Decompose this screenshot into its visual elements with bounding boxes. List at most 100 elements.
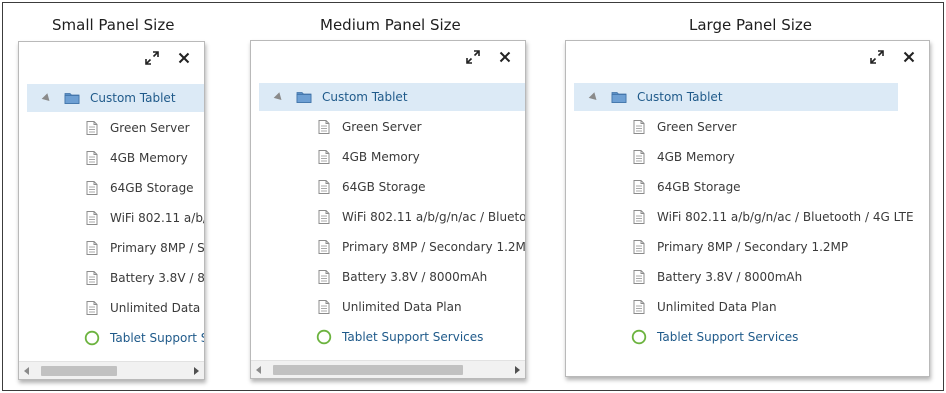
expand-arrows-icon xyxy=(465,49,481,70)
tree-node-item[interactable]: Green Server xyxy=(630,113,737,141)
close-icon xyxy=(901,49,917,70)
tree-node-item[interactable]: Green Server xyxy=(83,114,190,142)
tree-node-item[interactable]: 4GB Memory xyxy=(315,143,420,171)
tree-node-custom-tablet[interactable]: Custom Tablet xyxy=(574,83,898,111)
scroll-left-arrow-icon[interactable] xyxy=(24,367,29,375)
tree-node-item[interactable]: Battery 3.8V / 8000mAh xyxy=(83,264,205,292)
tree-node-custom-tablet[interactable]: Custom Tablet xyxy=(259,83,525,111)
close-button[interactable] xyxy=(176,52,192,68)
document-icon xyxy=(630,238,648,256)
tree-node-item[interactable]: Unlimited Data Plan xyxy=(630,293,777,321)
folder-icon xyxy=(610,88,628,106)
panel-title-large: Large Panel Size xyxy=(689,16,812,34)
large-panel: Custom Tablet Green Server 4GB Memory 64GB … xyxy=(565,40,930,377)
tree-node-item[interactable]: WiFi 802.11 a/b/g/n/ac / Bluetooth / 4G … xyxy=(83,204,204,232)
tree-node-item[interactable]: 4GB Memory xyxy=(630,143,735,171)
document-icon xyxy=(315,238,333,256)
tree-node-custom-tablet[interactable]: Custom Tablet xyxy=(27,84,204,112)
tree-node-label: 64GB Storage xyxy=(110,181,194,195)
document-icon xyxy=(315,208,333,226)
scrollbar-thumb[interactable] xyxy=(273,365,463,375)
document-icon xyxy=(630,118,648,136)
panel-title-medium: Medium Panel Size xyxy=(320,16,461,34)
expand-arrows-icon xyxy=(869,49,885,70)
medium-panel: Custom Tablet Green Server 4GB Memory 64GB … xyxy=(250,40,526,379)
tree-node-label: Tablet Support Services xyxy=(110,331,204,345)
scroll-right-arrow-icon[interactable] xyxy=(194,367,199,375)
small-panel: Custom Tablet Green Server 4GB Memory 64GB … xyxy=(18,41,205,380)
tree-node-label: Tablet Support Services xyxy=(342,330,484,344)
document-icon xyxy=(83,299,101,317)
tree-node-label: 64GB Storage xyxy=(657,180,741,194)
tree-node-label: Green Server xyxy=(657,120,737,134)
collapse-triangle-icon[interactable] xyxy=(588,91,600,103)
document-icon xyxy=(83,269,101,287)
tree-node-label: 64GB Storage xyxy=(342,180,426,194)
service-ring-icon xyxy=(315,328,333,346)
horizontal-scrollbar[interactable] xyxy=(251,360,525,378)
document-icon xyxy=(315,178,333,196)
collapse-triangle-icon[interactable] xyxy=(273,91,285,103)
tree-node-item[interactable]: 4GB Memory xyxy=(83,144,188,172)
tree-node-item[interactable]: Unlimited Data Plan xyxy=(83,294,204,322)
tree-node-item[interactable]: Unlimited Data Plan xyxy=(315,293,462,321)
document-icon xyxy=(630,298,648,316)
tree-node-label: WiFi 802.11 a/b/g/n/ac / Bluetooth / 4G … xyxy=(110,211,204,225)
tree-node-label: Green Server xyxy=(110,121,190,135)
tree-node-label: Battery 3.8V / 8000mAh xyxy=(110,271,205,285)
tree-node-item[interactable]: WiFi 802.11 a/b/g/n/ac / Bluetooth / 4G … xyxy=(630,203,914,231)
horizontal-scrollbar[interactable] xyxy=(19,361,204,379)
folder-icon xyxy=(63,89,81,107)
service-ring-icon xyxy=(83,329,101,347)
panel-title-small: Small Panel Size xyxy=(52,16,175,34)
expand-button[interactable] xyxy=(144,50,160,71)
tree-node-label: Custom Tablet xyxy=(90,91,176,105)
scroll-left-arrow-icon[interactable] xyxy=(256,366,261,374)
close-icon xyxy=(176,50,192,71)
tree-node-item[interactable]: Primary 8MP / Secondary 1.2MP xyxy=(630,233,848,261)
document-icon xyxy=(83,239,101,257)
collapse-triangle-icon[interactable] xyxy=(41,92,53,104)
document-icon xyxy=(630,148,648,166)
tree-node-label: 4GB Memory xyxy=(342,150,420,164)
service-ring-icon xyxy=(630,328,648,346)
tree-node-label: Tablet Support Services xyxy=(657,330,799,344)
document-icon xyxy=(630,268,648,286)
close-button[interactable] xyxy=(901,51,917,67)
tree-node-item[interactable]: Primary 8MP / Secondary 1.2MP xyxy=(315,233,526,261)
tree-node-label: Unlimited Data Plan xyxy=(110,301,204,315)
tree-node-label: Primary 8MP / Secondary 1.2MP xyxy=(657,240,849,254)
tree-node-item[interactable]: Primary 8MP / Secondary 1.2MP xyxy=(83,234,205,262)
tree-node-item[interactable]: Battery 3.8V / 8000mAh xyxy=(630,263,802,291)
document-icon xyxy=(315,118,333,136)
document-icon xyxy=(315,148,333,166)
tree-node-label: Unlimited Data Plan xyxy=(657,300,777,314)
tree-node-label: Primary 8MP / Secondary 1.2MP xyxy=(110,241,205,255)
document-icon xyxy=(83,149,101,167)
tree-node-item[interactable]: 64GB Storage xyxy=(630,173,741,201)
expand-button[interactable] xyxy=(465,49,481,70)
tree-node-label: 4GB Memory xyxy=(110,151,188,165)
tree-node-label: Primary 8MP / Secondary 1.2MP xyxy=(342,240,526,254)
tree-node-label: Custom Tablet xyxy=(322,90,408,104)
tree-node-item[interactable]: 64GB Storage xyxy=(315,173,426,201)
scrollbar-thumb[interactable] xyxy=(41,366,117,376)
tree-node-tablet-support-services[interactable]: Tablet Support Services xyxy=(83,324,204,352)
scroll-right-arrow-icon[interactable] xyxy=(515,366,520,374)
folder-icon xyxy=(295,88,313,106)
expand-button[interactable] xyxy=(869,49,885,70)
document-icon xyxy=(83,119,101,137)
document-icon xyxy=(83,209,101,227)
expand-arrows-icon xyxy=(144,50,160,71)
document-icon xyxy=(315,298,333,316)
close-button[interactable] xyxy=(497,51,513,67)
tree-node-item[interactable]: WiFi 802.11 a/b/g/n/ac / Bluetooth / 4G … xyxy=(315,203,525,231)
tree-node-tablet-support-services[interactable]: Tablet Support Services xyxy=(630,323,798,351)
close-icon xyxy=(497,49,513,70)
document-icon xyxy=(630,178,648,196)
tree-node-item[interactable]: 64GB Storage xyxy=(83,174,194,202)
tree-node-item[interactable]: Green Server xyxy=(315,113,422,141)
tree-node-label: Unlimited Data Plan xyxy=(342,300,462,314)
tree-node-item[interactable]: Battery 3.8V / 8000mAh xyxy=(315,263,487,291)
tree-node-tablet-support-services[interactable]: Tablet Support Services xyxy=(315,323,483,351)
